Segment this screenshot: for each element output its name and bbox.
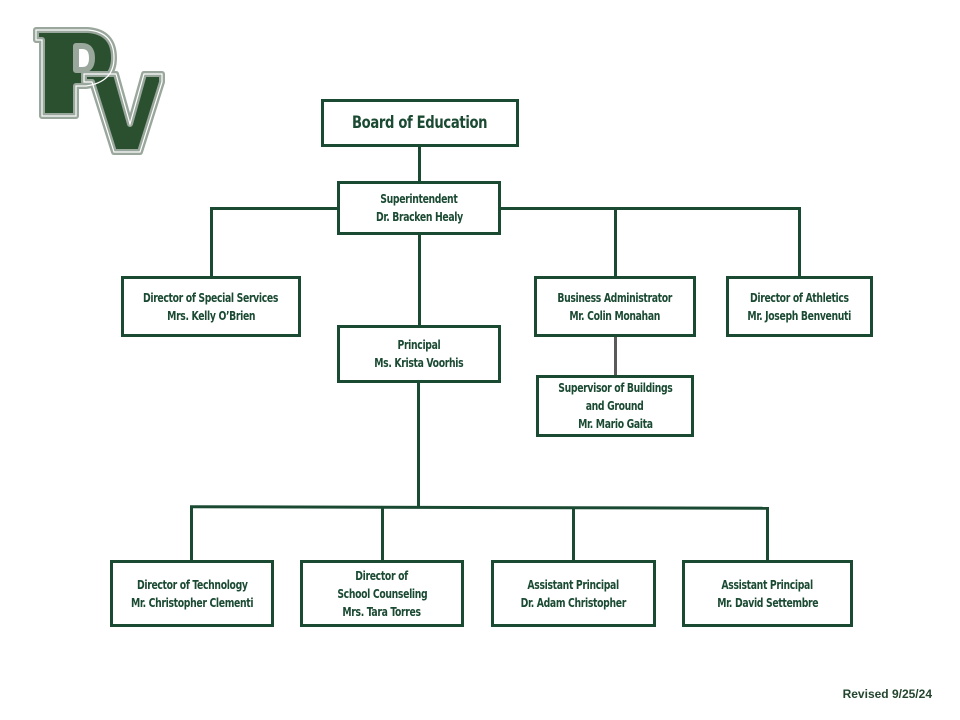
node-person: Mr. David Settembre <box>716 595 819 610</box>
node-title: Assistant Principal <box>527 577 620 592</box>
node-assistant-principal-1: Assistant Principal Dr. Adam Christopher <box>491 560 656 627</box>
node-title: Superintendent <box>380 192 458 206</box>
connector-business-buildings <box>614 336 617 377</box>
logo-letter-v <box>81 71 165 155</box>
node-person: Mr. Christopher Clementi <box>130 595 254 610</box>
connector-ap1 <box>572 508 575 562</box>
node-person: Dr. Adam Christopher <box>520 595 627 610</box>
node-title: Director of Technology <box>136 577 248 592</box>
connector-bottom-horizontal <box>189 505 770 510</box>
connector-technology <box>190 506 193 562</box>
node-person: Mr. Joseph Benvenuti <box>747 308 852 323</box>
node-person: Dr. Bracken Healy <box>375 210 463 224</box>
node-superintendent: Superintendent Dr. Bracken Healy <box>337 181 501 235</box>
connector-principal-down <box>417 381 420 508</box>
node-business-administrator: Business Administrator Mr. Colin Monahan <box>534 276 696 337</box>
node-director-special-services: Director of Special Services Mrs. Kelly … <box>121 276 301 337</box>
connector-special-services <box>210 207 213 277</box>
node-director-technology: Director of Technology Mr. Christopher C… <box>110 560 274 627</box>
node-assistant-principal-2: Assistant Principal Mr. David Settembre <box>682 560 853 627</box>
node-person: Mrs. Kelly O’Brien <box>166 308 256 323</box>
node-principal: Principal Ms. Krista Voorhis <box>337 325 501 383</box>
node-person: Ms. Krista Voorhis <box>374 356 464 370</box>
node-title: Director of Athletics <box>750 290 849 305</box>
connector-ap2 <box>766 508 769 562</box>
node-board-of-education: Board of Education <box>321 99 519 147</box>
node-title: Director of Special Services <box>143 290 279 305</box>
node-director-athletics: Director of Athletics Mr. Joseph Benvenu… <box>726 276 873 337</box>
node-title: Director of <box>355 568 409 583</box>
connector-athletics <box>798 207 801 277</box>
node-title: Business Administrator <box>557 290 673 305</box>
node-title: Assistant Principal <box>721 577 814 592</box>
node-title: Principal <box>397 338 441 352</box>
node-person: Mrs. Tara Torres <box>342 604 422 619</box>
node-director-school-counseling: Director of School Counseling Mrs. Tara … <box>300 560 464 627</box>
pv-logo <box>33 27 165 155</box>
connector-counseling <box>381 507 384 562</box>
node-title: Supervisor of Buildings <box>557 381 673 395</box>
node-person: Mr. Colin Monahan <box>569 308 661 323</box>
node-title: Board of Education <box>352 113 488 133</box>
node-title-cont: and Ground <box>586 399 644 413</box>
connector-business-admin <box>614 207 617 277</box>
connector-superintendent-principal <box>418 233 421 327</box>
org-chart: Board of Education Superintendent Dr. Br… <box>0 0 960 720</box>
revised-date: Revised 9/25/24 <box>842 687 932 701</box>
node-supervisor-buildings: Supervisor of Buildings and Ground Mr. M… <box>536 375 694 437</box>
node-title-cont: School Counseling <box>336 586 427 601</box>
connector-board-superintendent <box>418 146 421 183</box>
connector-top-horizontal <box>210 207 801 210</box>
node-person: Mr. Mario Gaita <box>577 417 653 431</box>
